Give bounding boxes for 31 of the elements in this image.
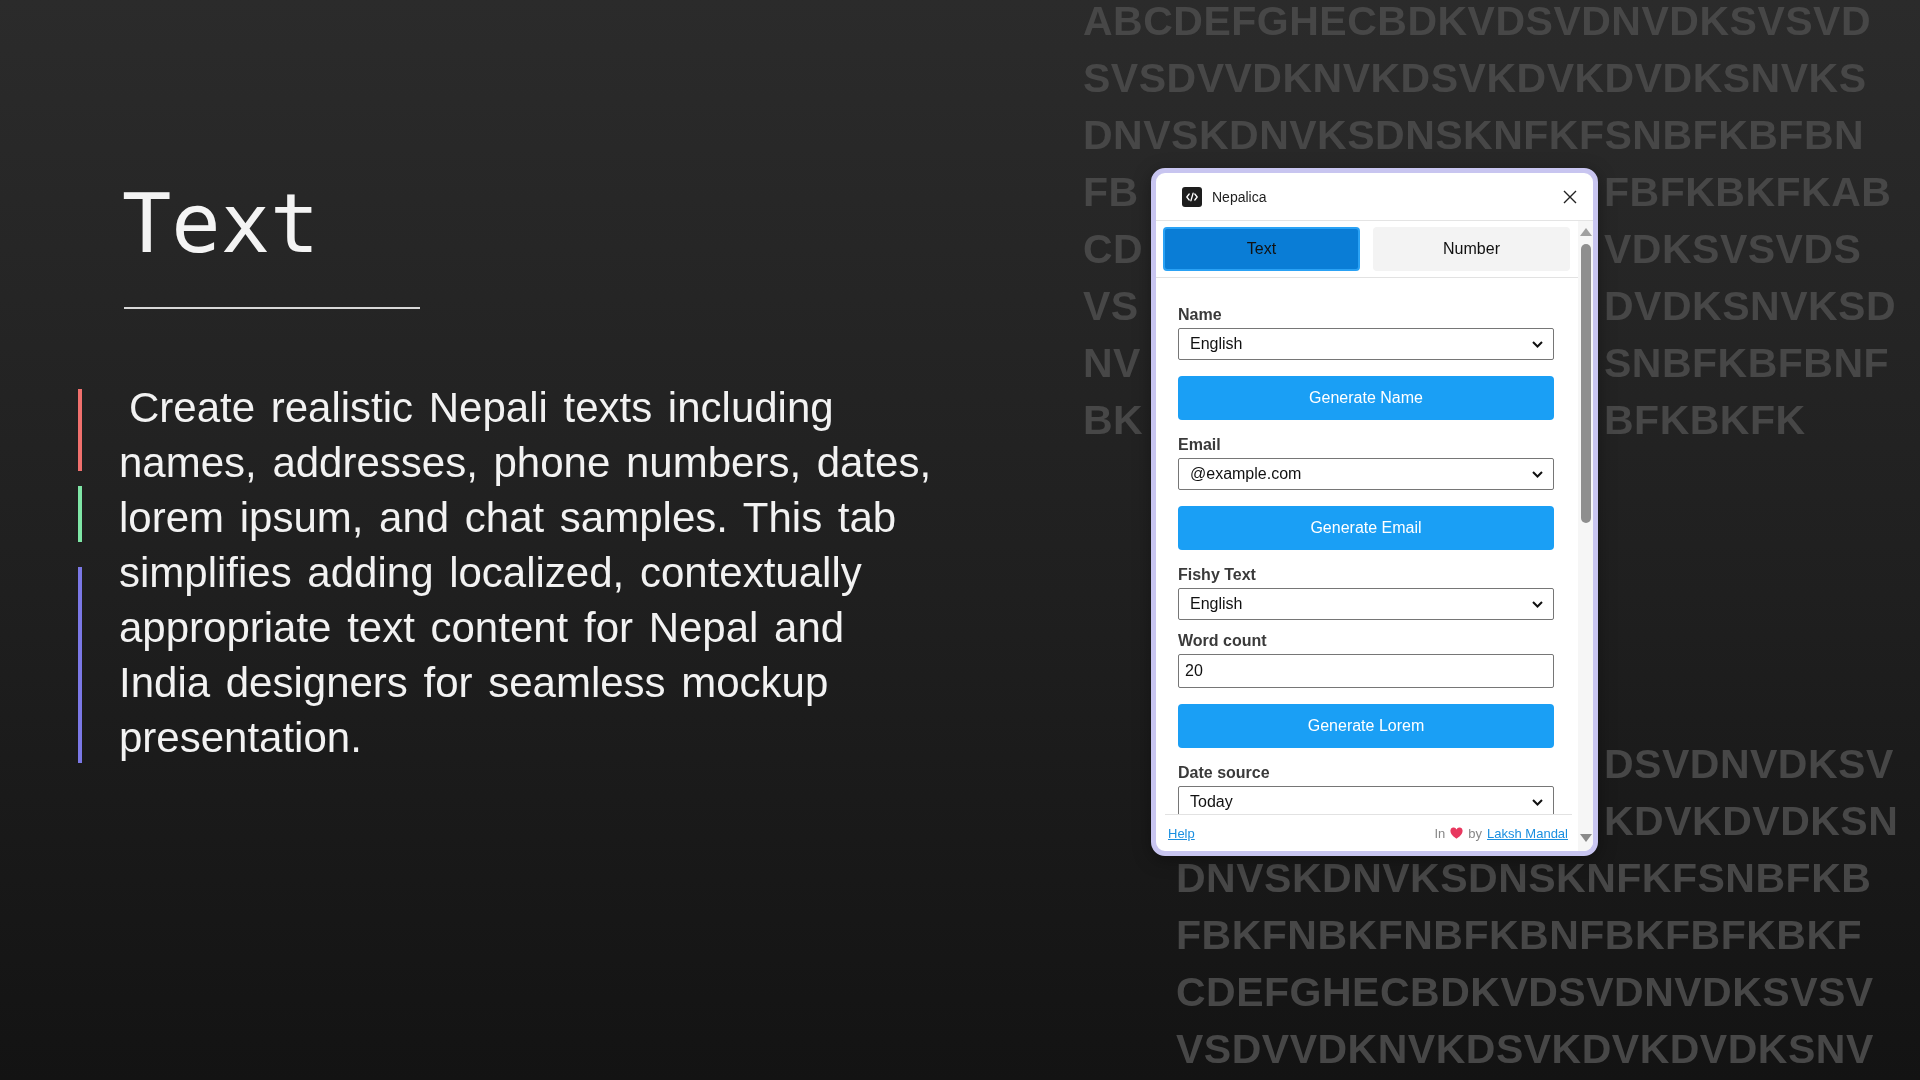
chevron-down-icon bbox=[1532, 798, 1543, 806]
accent-bar bbox=[78, 486, 82, 542]
down-triangle-icon[interactable] bbox=[1579, 834, 1592, 842]
field-label: Word count bbox=[1178, 632, 1267, 650]
chevron-down-icon bbox=[1532, 470, 1543, 478]
window-title: Nepalica bbox=[1212, 188, 1268, 205]
credit-text: In bbox=[1434, 825, 1446, 841]
input-field[interactable]: 20 bbox=[1178, 654, 1554, 688]
up-triangle-icon[interactable] bbox=[1579, 228, 1592, 236]
scrollbar[interactable] bbox=[1578, 221, 1593, 851]
credit-text: by bbox=[1468, 825, 1483, 841]
help-link[interactable]: Help bbox=[1168, 825, 1195, 841]
slide-description: Create realistic Nepali texts including names, addresses, phone numbers, dates, lorem ipsum, and chat samples. This tab simplifies adding localized, contextually appropriate text content for Nepal and India designers for seamless mockup presentation. bbox=[119, 383, 933, 763]
tab[interactable]: Number bbox=[1373, 227, 1570, 271]
field-label: Email bbox=[1178, 436, 1221, 454]
heart-icon bbox=[1450, 827, 1464, 839]
dropdown[interactable]: English bbox=[1178, 588, 1554, 620]
slide-title: Text bbox=[122, 183, 320, 265]
dropdown[interactable]: English bbox=[1178, 328, 1554, 360]
code-icon bbox=[1182, 186, 1202, 207]
field-label: Fishy Text bbox=[1178, 566, 1256, 584]
dropdown[interactable]: @example.com bbox=[1178, 458, 1554, 490]
close-icon bbox=[1563, 189, 1577, 204]
tab[interactable]: Text bbox=[1163, 227, 1360, 271]
close-button[interactable] bbox=[1563, 189, 1577, 204]
scrollbar-thumb[interactable] bbox=[1580, 244, 1591, 523]
chevron-down-icon bbox=[1532, 340, 1543, 348]
field-label: Date source bbox=[1178, 764, 1270, 782]
field-label: Name bbox=[1178, 306, 1222, 324]
chevron-down-icon bbox=[1532, 600, 1543, 608]
author-link[interactable]: Laksh Mandal bbox=[1487, 825, 1568, 841]
